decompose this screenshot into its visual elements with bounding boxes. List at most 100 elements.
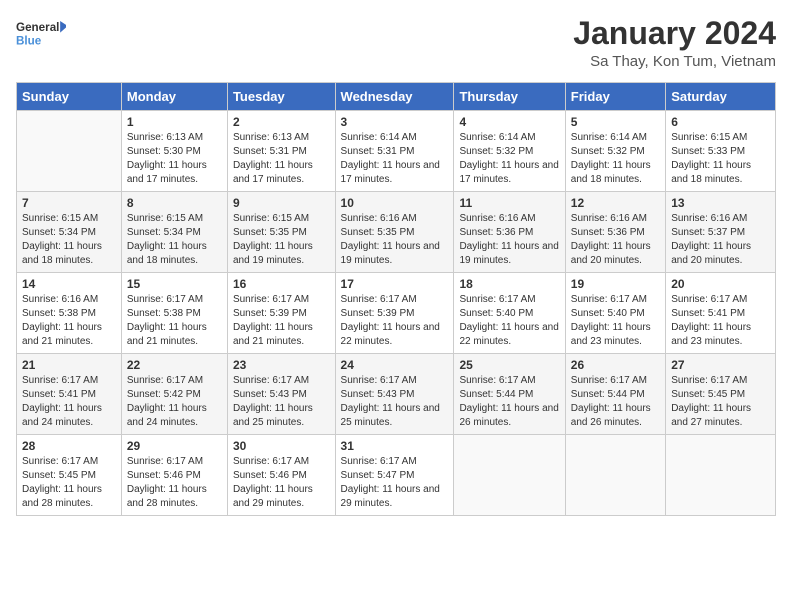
day-info: Sunrise: 6:17 AM Sunset: 5:44 PM Dayligh… (459, 374, 559, 430)
day-info: Sunrise: 6:14 AM Sunset: 5:32 PM Dayligh… (571, 131, 660, 187)
day-info: Sunrise: 6:17 AM Sunset: 5:42 PM Dayligh… (127, 374, 222, 430)
svg-text:Blue: Blue (16, 34, 42, 47)
day-number: 28 (22, 439, 116, 453)
day-number: 30 (233, 439, 330, 453)
cell-week3-day6: 20 Sunrise: 6:17 AM Sunset: 5:41 PM Dayl… (666, 273, 776, 354)
day-number: 14 (22, 277, 116, 291)
cell-week2-day0: 7 Sunrise: 6:15 AM Sunset: 5:34 PM Dayli… (17, 192, 122, 273)
day-info: Sunrise: 6:14 AM Sunset: 5:32 PM Dayligh… (459, 131, 559, 187)
cell-week1-day6: 6 Sunrise: 6:15 AM Sunset: 5:33 PM Dayli… (666, 111, 776, 192)
day-info: Sunrise: 6:17 AM Sunset: 5:41 PM Dayligh… (22, 374, 116, 430)
cell-week5-day5 (565, 435, 665, 516)
month-title: January 2024 (573, 16, 776, 51)
day-number: 22 (127, 358, 222, 372)
cell-week1-day3: 3 Sunrise: 6:14 AM Sunset: 5:31 PM Dayli… (335, 111, 454, 192)
day-number: 9 (233, 196, 330, 210)
day-number: 18 (459, 277, 559, 291)
cell-week2-day3: 10 Sunrise: 6:16 AM Sunset: 5:35 PM Dayl… (335, 192, 454, 273)
day-number: 11 (459, 196, 559, 210)
day-number: 16 (233, 277, 330, 291)
day-number: 8 (127, 196, 222, 210)
day-number: 5 (571, 115, 660, 129)
day-info: Sunrise: 6:15 AM Sunset: 5:34 PM Dayligh… (22, 212, 116, 268)
day-info: Sunrise: 6:16 AM Sunset: 5:37 PM Dayligh… (671, 212, 770, 268)
day-info: Sunrise: 6:17 AM Sunset: 5:40 PM Dayligh… (571, 293, 660, 349)
day-info: Sunrise: 6:17 AM Sunset: 5:45 PM Dayligh… (671, 374, 770, 430)
day-number: 2 (233, 115, 330, 129)
header-thursday: Thursday (454, 83, 565, 111)
day-number: 23 (233, 358, 330, 372)
week-row-4: 21 Sunrise: 6:17 AM Sunset: 5:41 PM Dayl… (17, 354, 776, 435)
day-info: Sunrise: 6:15 AM Sunset: 5:35 PM Dayligh… (233, 212, 330, 268)
day-info: Sunrise: 6:14 AM Sunset: 5:31 PM Dayligh… (341, 131, 449, 187)
cell-week3-day3: 17 Sunrise: 6:17 AM Sunset: 5:39 PM Dayl… (335, 273, 454, 354)
day-number: 31 (341, 439, 449, 453)
day-number: 7 (22, 196, 116, 210)
day-info: Sunrise: 6:16 AM Sunset: 5:36 PM Dayligh… (571, 212, 660, 268)
calendar-table: SundayMondayTuesdayWednesdayThursdayFrid… (16, 82, 776, 516)
cell-week3-day1: 15 Sunrise: 6:17 AM Sunset: 5:38 PM Dayl… (121, 273, 227, 354)
day-info: Sunrise: 6:17 AM Sunset: 5:46 PM Dayligh… (233, 455, 330, 511)
header-wednesday: Wednesday (335, 83, 454, 111)
day-info: Sunrise: 6:17 AM Sunset: 5:39 PM Dayligh… (341, 293, 449, 349)
day-number: 10 (341, 196, 449, 210)
week-row-1: 1 Sunrise: 6:13 AM Sunset: 5:30 PM Dayli… (17, 111, 776, 192)
day-info: Sunrise: 6:17 AM Sunset: 5:46 PM Dayligh… (127, 455, 222, 511)
day-info: Sunrise: 6:16 AM Sunset: 5:35 PM Dayligh… (341, 212, 449, 268)
cell-week4-day4: 25 Sunrise: 6:17 AM Sunset: 5:44 PM Dayl… (454, 354, 565, 435)
day-info: Sunrise: 6:13 AM Sunset: 5:31 PM Dayligh… (233, 131, 330, 187)
cell-week4-day2: 23 Sunrise: 6:17 AM Sunset: 5:43 PM Dayl… (227, 354, 335, 435)
day-info: Sunrise: 6:16 AM Sunset: 5:36 PM Dayligh… (459, 212, 559, 268)
day-number: 13 (671, 196, 770, 210)
cell-week5-day2: 30 Sunrise: 6:17 AM Sunset: 5:46 PM Dayl… (227, 435, 335, 516)
week-row-5: 28 Sunrise: 6:17 AM Sunset: 5:45 PM Dayl… (17, 435, 776, 516)
cell-week3-day4: 18 Sunrise: 6:17 AM Sunset: 5:40 PM Dayl… (454, 273, 565, 354)
cell-week4-day1: 22 Sunrise: 6:17 AM Sunset: 5:42 PM Dayl… (121, 354, 227, 435)
logo-svg: General Blue (16, 16, 66, 56)
day-info: Sunrise: 6:17 AM Sunset: 5:45 PM Dayligh… (22, 455, 116, 511)
cell-week5-day1: 29 Sunrise: 6:17 AM Sunset: 5:46 PM Dayl… (121, 435, 227, 516)
location: Sa Thay, Kon Tum, Vietnam (573, 53, 776, 70)
day-info: Sunrise: 6:17 AM Sunset: 5:44 PM Dayligh… (571, 374, 660, 430)
cell-week2-day1: 8 Sunrise: 6:15 AM Sunset: 5:34 PM Dayli… (121, 192, 227, 273)
cell-week2-day5: 12 Sunrise: 6:16 AM Sunset: 5:36 PM Dayl… (565, 192, 665, 273)
day-number: 20 (671, 277, 770, 291)
cell-week3-day2: 16 Sunrise: 6:17 AM Sunset: 5:39 PM Dayl… (227, 273, 335, 354)
day-info: Sunrise: 6:16 AM Sunset: 5:38 PM Dayligh… (22, 293, 116, 349)
cell-week4-day5: 26 Sunrise: 6:17 AM Sunset: 5:44 PM Dayl… (565, 354, 665, 435)
header-monday: Monday (121, 83, 227, 111)
day-number: 17 (341, 277, 449, 291)
cell-week5-day6 (666, 435, 776, 516)
day-info: Sunrise: 6:17 AM Sunset: 5:40 PM Dayligh… (459, 293, 559, 349)
week-row-3: 14 Sunrise: 6:16 AM Sunset: 5:38 PM Dayl… (17, 273, 776, 354)
cell-week4-day0: 21 Sunrise: 6:17 AM Sunset: 5:41 PM Dayl… (17, 354, 122, 435)
cell-week5-day4 (454, 435, 565, 516)
day-number: 19 (571, 277, 660, 291)
day-number: 6 (671, 115, 770, 129)
day-info: Sunrise: 6:17 AM Sunset: 5:39 PM Dayligh… (233, 293, 330, 349)
title-block: January 2024 Sa Thay, Kon Tum, Vietnam (573, 16, 776, 70)
cell-week3-day5: 19 Sunrise: 6:17 AM Sunset: 5:40 PM Dayl… (565, 273, 665, 354)
day-number: 4 (459, 115, 559, 129)
day-info: Sunrise: 6:13 AM Sunset: 5:30 PM Dayligh… (127, 131, 222, 187)
day-info: Sunrise: 6:17 AM Sunset: 5:47 PM Dayligh… (341, 455, 449, 511)
day-number: 3 (341, 115, 449, 129)
cell-week2-day2: 9 Sunrise: 6:15 AM Sunset: 5:35 PM Dayli… (227, 192, 335, 273)
day-info: Sunrise: 6:17 AM Sunset: 5:43 PM Dayligh… (233, 374, 330, 430)
day-number: 12 (571, 196, 660, 210)
header-friday: Friday (565, 83, 665, 111)
cell-week1-day4: 4 Sunrise: 6:14 AM Sunset: 5:32 PM Dayli… (454, 111, 565, 192)
cell-week1-day0 (17, 111, 122, 192)
cell-week3-day0: 14 Sunrise: 6:16 AM Sunset: 5:38 PM Dayl… (17, 273, 122, 354)
day-number: 21 (22, 358, 116, 372)
logo: General Blue (16, 16, 66, 56)
header-tuesday: Tuesday (227, 83, 335, 111)
page-header: General Blue January 2024 Sa Thay, Kon T… (16, 16, 776, 70)
cell-week2-day6: 13 Sunrise: 6:16 AM Sunset: 5:37 PM Dayl… (666, 192, 776, 273)
cell-week1-day2: 2 Sunrise: 6:13 AM Sunset: 5:31 PM Dayli… (227, 111, 335, 192)
day-number: 27 (671, 358, 770, 372)
day-info: Sunrise: 6:17 AM Sunset: 5:43 PM Dayligh… (341, 374, 449, 430)
cell-week5-day0: 28 Sunrise: 6:17 AM Sunset: 5:45 PM Dayl… (17, 435, 122, 516)
cell-week1-day5: 5 Sunrise: 6:14 AM Sunset: 5:32 PM Dayli… (565, 111, 665, 192)
day-info: Sunrise: 6:17 AM Sunset: 5:38 PM Dayligh… (127, 293, 222, 349)
